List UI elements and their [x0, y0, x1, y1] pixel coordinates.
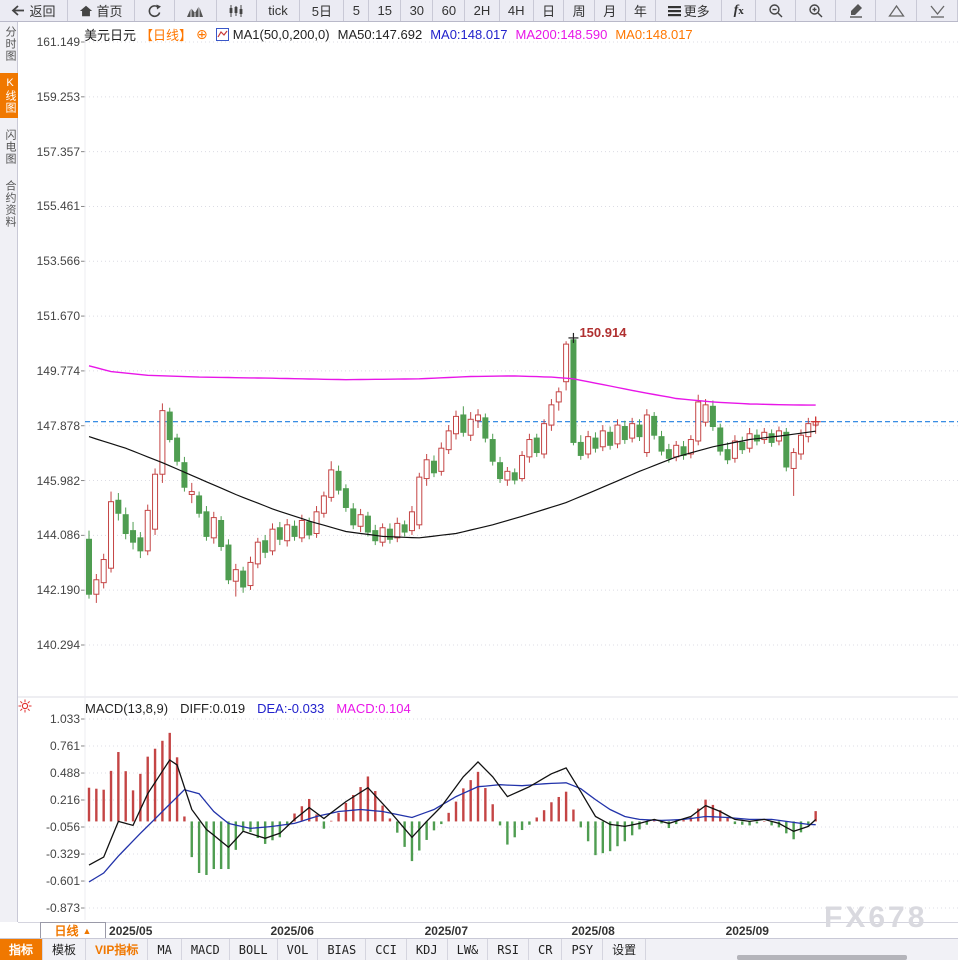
tab-boll[interactable]: BOLL: [230, 939, 278, 960]
x-axis-month-label: 2025/09: [726, 924, 769, 938]
sidebar-item-kline-chart[interactable]: K线图: [0, 73, 18, 118]
toolbar-back-button-label: 返回: [29, 1, 55, 20]
toolbar-interval-2h-button[interactable]: 2H: [465, 0, 499, 21]
x-axis-month-label: 2025/06: [271, 924, 314, 938]
x-axis-month-label: 2025/05: [109, 924, 152, 938]
price-axis-label: 149.774: [18, 364, 80, 378]
toolbar-interval-year-button-label: 年: [634, 1, 647, 20]
price-axis-label: 161.149: [18, 35, 80, 49]
toolbar-indicator-fx-button[interactable]: fx: [722, 0, 756, 21]
sidebar-item-time-chart[interactable]: 分时图: [0, 22, 18, 66]
toolbar-interval-30min-button-label: 30: [410, 3, 424, 18]
sidebar-item-contract-info[interactable]: 合约资料: [0, 176, 18, 232]
toolbar-interval-5min-button[interactable]: 5: [344, 0, 369, 21]
toolbar-interval-tick-button-label: tick: [268, 3, 288, 18]
sidebar-item-lightning-chart[interactable]: 闪电图: [0, 125, 18, 169]
toolbar-interval-15min-button-label: 15: [378, 3, 392, 18]
x-axis-month-label: 2025/07: [425, 924, 468, 938]
price-axis-label: 144.086: [18, 528, 80, 542]
tab-psy[interactable]: PSY: [562, 939, 603, 960]
toolbar-interval-year-button[interactable]: 年: [626, 0, 657, 21]
macd-axis-label: 0.761: [18, 739, 80, 753]
x-axis-month-label: 2025/08: [571, 924, 614, 938]
tab-settings[interactable]: 设置: [603, 939, 646, 960]
toolbar-interval-4h-button[interactable]: 4H: [500, 0, 534, 21]
toolbar-collapse-down-button[interactable]: [917, 0, 958, 21]
tab-indicator[interactable]: 指标: [0, 939, 43, 960]
price-axis-label: 145.982: [18, 474, 80, 488]
price-axis-label: 155.461: [18, 199, 80, 213]
toolbar-interval-60min-button[interactable]: 60: [433, 0, 465, 21]
toolbar-refresh-button[interactable]: [135, 0, 175, 21]
macd-axis-label: 1.033: [18, 712, 80, 726]
toolbar-draw-button[interactable]: [836, 0, 876, 21]
macd-axis-label: 0.488: [18, 766, 80, 780]
toolbar-interval-month-button[interactable]: 月: [595, 0, 626, 21]
chart-type-sidebar: 分时图 K线图闪电图合约资料: [0, 22, 18, 922]
macd-axis-label: 0.216: [18, 793, 80, 807]
toolbar-home-button[interactable]: 首页: [68, 0, 135, 21]
toolbar-more-button[interactable]: 更多: [656, 0, 722, 21]
top-toolbar: 返回 首页 tick 5日 5 15 30 60 2H 4H 日周月年 更多 fx: [0, 0, 958, 22]
toolbar-interval-tick-button[interactable]: tick: [257, 0, 300, 21]
macd-axis-label: -0.056: [18, 820, 80, 834]
tab-ma[interactable]: MA: [148, 939, 181, 960]
tab-rsi[interactable]: RSI: [488, 939, 529, 960]
tab-kdj[interactable]: KDJ: [407, 939, 448, 960]
toolbar-interval-5min-button-label: 5: [353, 3, 360, 18]
toolbar-interval-30min-button[interactable]: 30: [401, 0, 433, 21]
tab-lw[interactable]: LW&: [448, 939, 489, 960]
price-axis-label: 140.294: [18, 638, 80, 652]
tab-template[interactable]: 模板: [43, 939, 86, 960]
toolbar-interval-5day-button[interactable]: 5日: [300, 0, 344, 21]
toolbar-back-button[interactable]: 返回: [0, 0, 68, 21]
toolbar-zoom-in-button[interactable]: [796, 0, 836, 21]
price-axis-label: 147.878: [18, 419, 80, 433]
toolbar-more-button-label: 更多: [684, 1, 710, 20]
tab-macd[interactable]: MACD: [182, 939, 230, 960]
chart-region[interactable]: 美元日元 【日线】 ⊕ MA1(50,0,200,0) MA50:147.692…: [18, 22, 958, 922]
toolbar-line-chart-button[interactable]: [175, 0, 217, 21]
tab-vol[interactable]: VOL: [278, 939, 319, 960]
price-macd-plot[interactable]: [18, 22, 958, 920]
price-axis-label: 153.566: [18, 254, 80, 268]
period-selector[interactable]: 日线 ▲: [40, 922, 106, 939]
tab-bias[interactable]: BIAS: [318, 939, 366, 960]
toolbar-interval-5day-button-label: 5日: [312, 1, 332, 20]
tab-cci[interactable]: CCI: [366, 939, 407, 960]
toolbar-interval-15min-button[interactable]: 15: [369, 0, 401, 21]
toolbar-interval-month-button-label: 月: [603, 1, 616, 20]
tab-cr[interactable]: CR: [529, 939, 562, 960]
toolbar-interval-week-button-label: 周: [573, 1, 586, 20]
toolbar-interval-day-button-label: 日: [542, 1, 555, 20]
toolbar-interval-2h-button-label: 2H: [474, 3, 491, 18]
tab-vip-indicator[interactable]: VIP指标: [86, 939, 148, 960]
price-axis-label: 159.253: [18, 90, 80, 104]
price-axis-label: 142.190: [18, 583, 80, 597]
fx678-watermark: FX678: [824, 901, 927, 935]
macd-axis-label: -0.601: [18, 874, 80, 888]
x-axis-strip: 日线 ▲ 2025/05 2025/06 2025/07 2025/08 2025/09: [18, 922, 958, 938]
toolbar-home-button-label: 首页: [96, 1, 122, 20]
toolbar-interval-4h-button-label: 4H: [508, 3, 525, 18]
period-selector-label: 日线: [55, 922, 79, 939]
toolbar-zoom-out-button[interactable]: [756, 0, 796, 21]
period-selector-arrow-icon: ▲: [83, 926, 92, 936]
price-axis-label: 157.357: [18, 145, 80, 159]
toolbar-expand-up-button[interactable]: [876, 0, 917, 21]
toolbar-candle-chart-button[interactable]: [217, 0, 257, 21]
price-axis-label: 151.670: [18, 309, 80, 323]
horizontal-scrollbar[interactable]: [737, 955, 907, 960]
toolbar-interval-60min-button-label: 60: [442, 3, 456, 18]
macd-axis-label: -0.329: [18, 847, 80, 861]
macd-axis-label: -0.873: [18, 901, 80, 915]
toolbar-interval-week-button[interactable]: 周: [564, 0, 595, 21]
toolbar-interval-day-button[interactable]: 日: [534, 0, 565, 21]
